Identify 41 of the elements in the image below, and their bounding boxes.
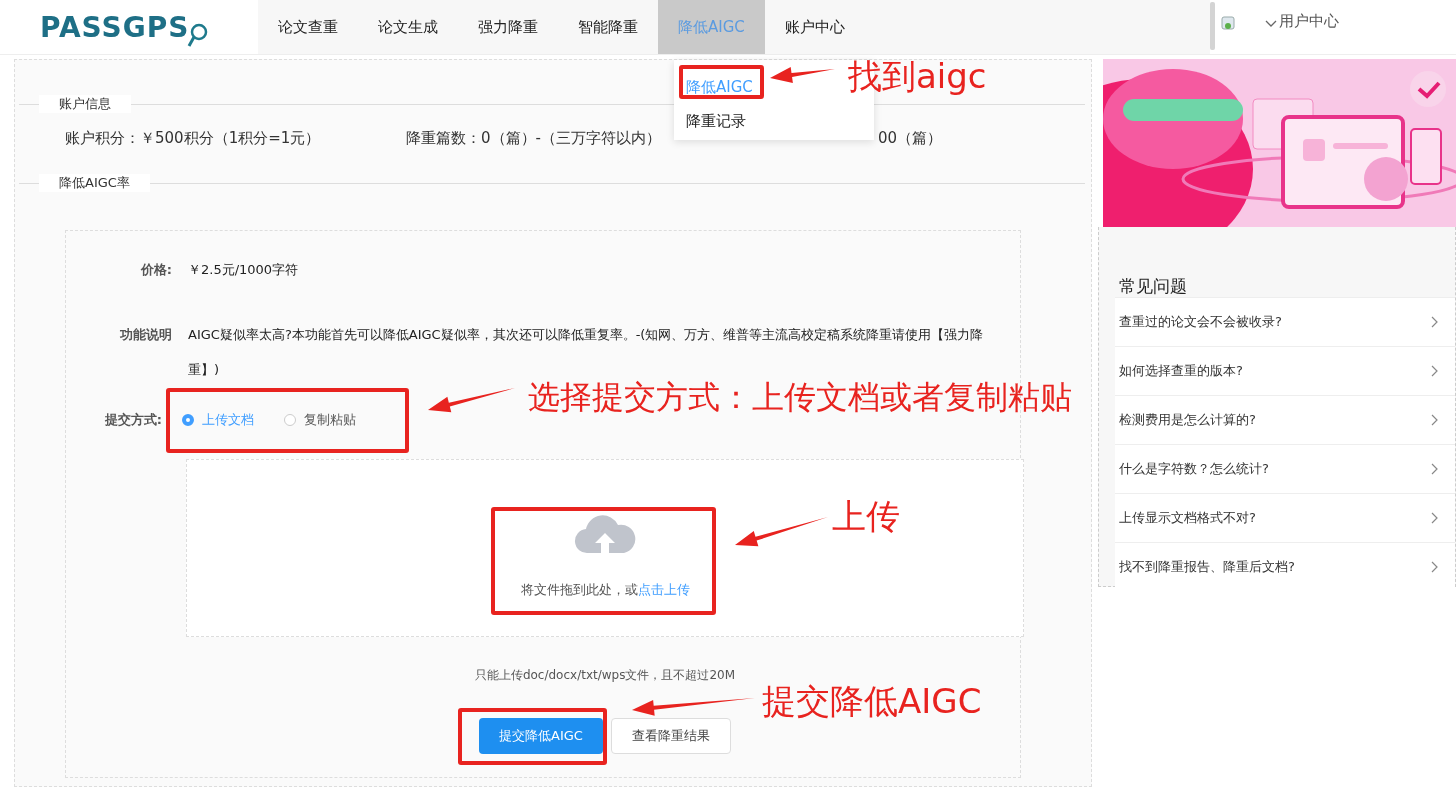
annotation-text: 选择提交方式：上传文档或者复制粘贴	[528, 378, 1072, 417]
field-label: 价格:	[139, 261, 172, 279]
annotation-text: 找到aigc	[848, 56, 987, 97]
account-stat: 00（篇）	[878, 129, 943, 149]
chevron-right-icon	[1431, 512, 1439, 524]
arrow	[770, 67, 835, 83]
chevron-right-icon	[1431, 561, 1439, 573]
section-title: 降低AIGC率	[39, 174, 150, 192]
chevron-right-icon	[1431, 463, 1439, 475]
faq-item[interactable]: 上传显示文档格式不对?	[1115, 493, 1455, 542]
field-label: 功能说明	[119, 326, 172, 344]
upload-instruction: 将文件拖到此处，或点击上传	[520, 581, 690, 599]
chevron-right-icon	[1431, 316, 1439, 328]
field-label: 提交方式:	[103, 411, 162, 429]
upload-hint: 只能上传doc/docx/txt/wps文件，且不超过20M	[473, 667, 737, 684]
radio-option[interactable]: 复制粘贴	[284, 411, 356, 429]
chevron-right-icon	[1431, 414, 1439, 426]
account-stat: 降重篇数：0（篇）-（三万字符以内）	[406, 129, 662, 149]
description-text: AIGC疑似率太高?本功能首先可以降低AIGC疑似率，其次还可以降低重复率。-(知网、万方、维普等主流高校定稿系统降重请使用【强力降重】)	[188, 326, 985, 379]
nav-tab[interactable]: 论文查重	[258, 0, 358, 54]
annotation-text: 上传	[832, 496, 900, 537]
faq-item[interactable]: 什么是字符数？怎么统计?	[1115, 444, 1455, 493]
user-center-menu[interactable]: 用户中心	[1265, 12, 1339, 31]
faq-item[interactable]: 查重过的论文会不会被收录?	[1115, 297, 1455, 346]
faq-item[interactable]: 如何选择查重的版本?	[1115, 346, 1455, 395]
magnifier-icon	[187, 23, 210, 49]
nav-tab[interactable]: 论文生成	[358, 0, 458, 54]
price-text: ￥2.5元/1000字符	[188, 261, 299, 279]
menu-item[interactable]: 降重记录	[674, 104, 746, 138]
nav-tab[interactable]: 账户中心	[764, 0, 865, 54]
nav-tab[interactable]: 强力降重	[458, 0, 558, 54]
nav-tab[interactable]: 智能降重	[558, 0, 658, 54]
chevron-right-icon	[1431, 365, 1439, 377]
annotation-text: 提交降低AIGC	[762, 681, 982, 722]
results-button[interactable]: 查看降重结果	[610, 718, 731, 754]
account-stat: 账户积分：￥500积分（1积分=1元）	[65, 129, 322, 149]
logo: PASSGPS	[40, 10, 190, 44]
broken-image-icon	[1221, 16, 1235, 30]
section-title: 账户信息	[39, 95, 131, 113]
faq-item[interactable]: 检测费用是怎么计算的?	[1115, 395, 1455, 444]
caret-icon	[1265, 19, 1277, 28]
